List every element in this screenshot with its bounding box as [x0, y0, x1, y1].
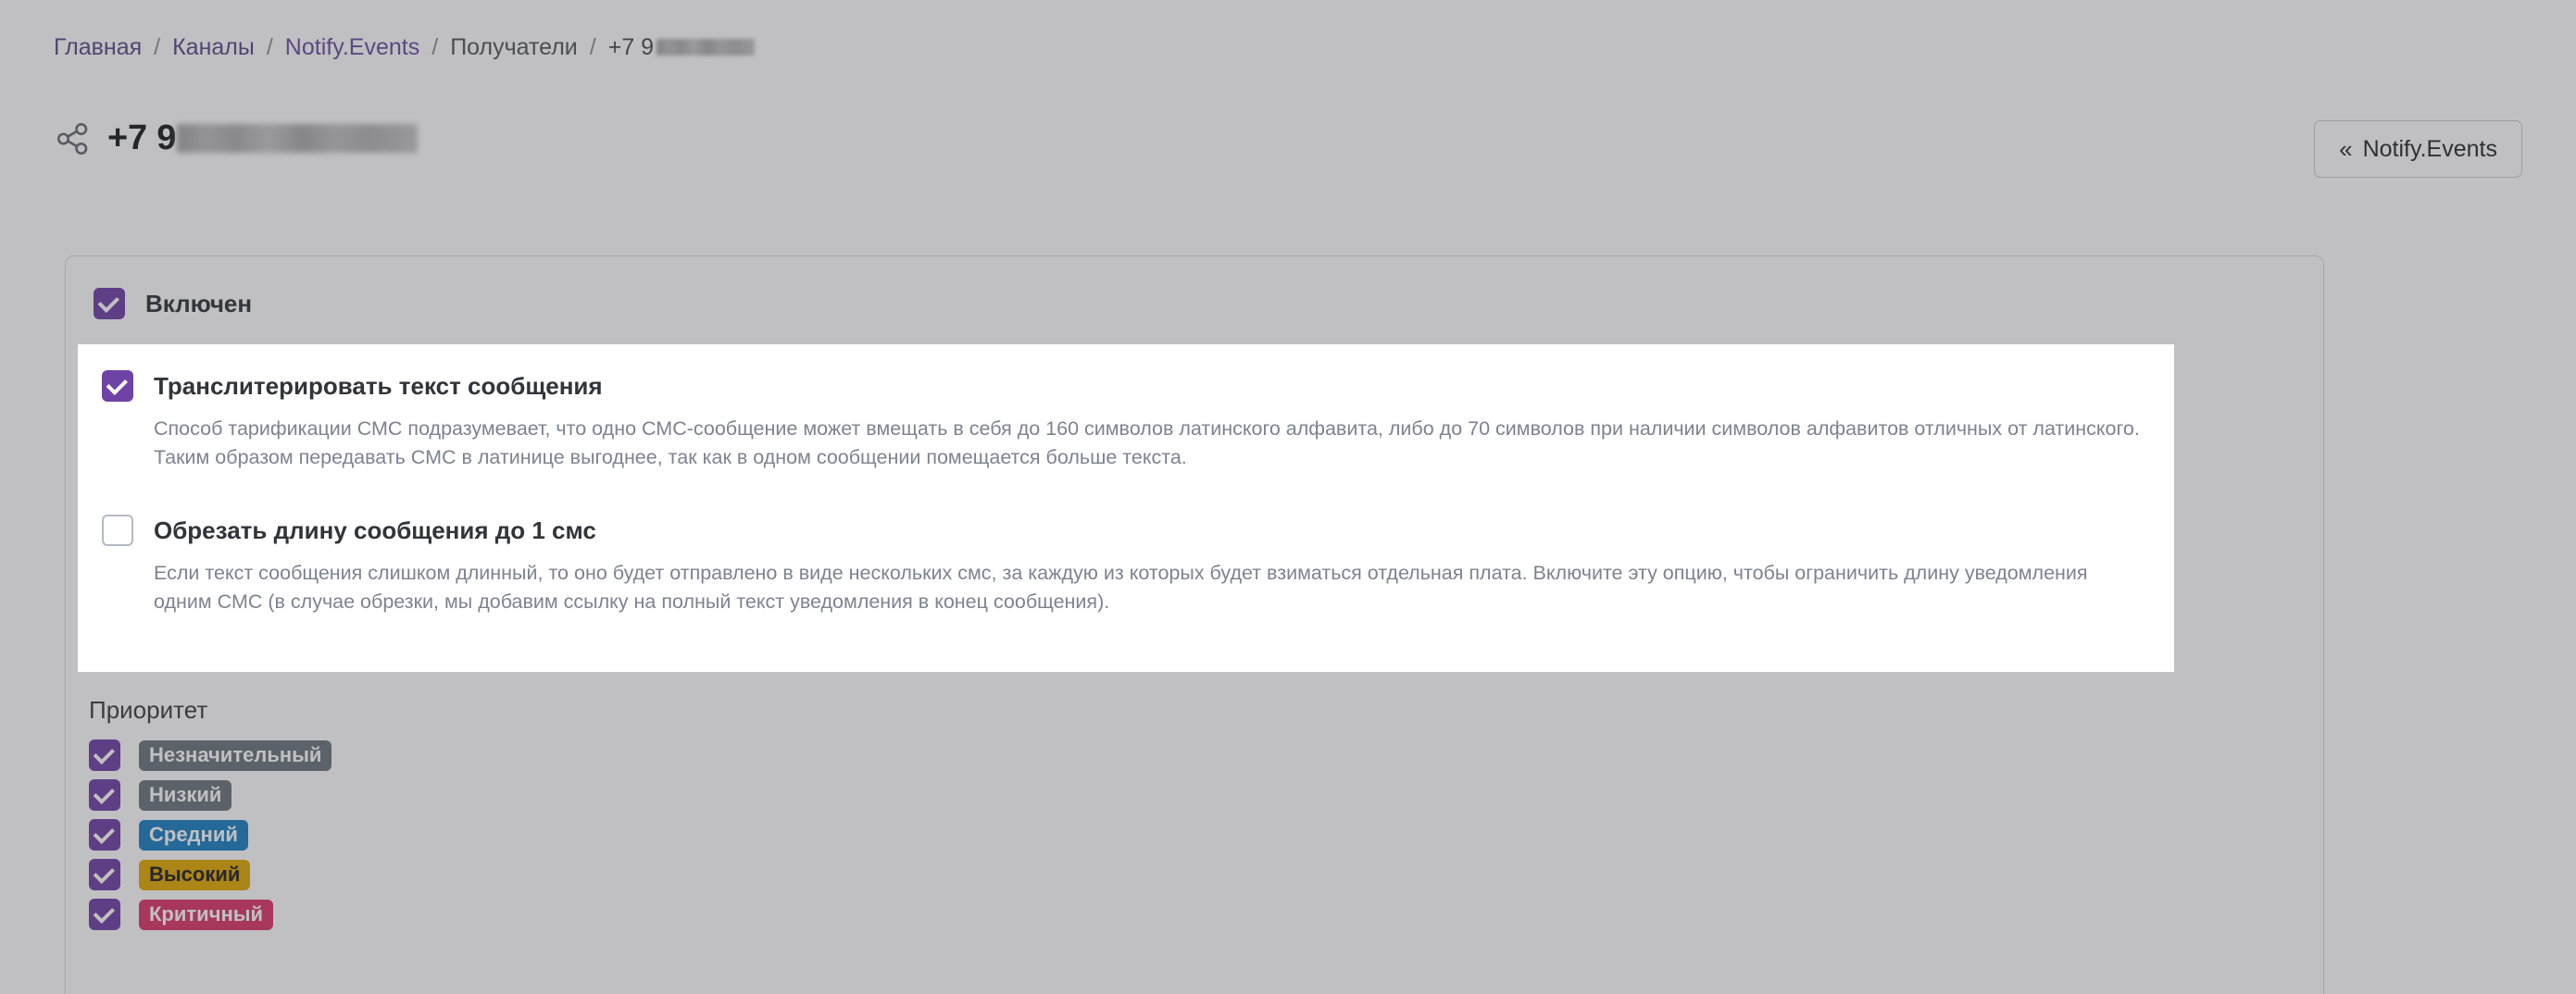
option-transliterate-header[interactable]: Транслитерировать текст сообщения [102, 370, 2150, 402]
priority-row-critical[interactable]: Критичный [89, 899, 331, 930]
enabled-option-label: Включен [145, 289, 253, 317]
breadcrumb-separator: / [589, 34, 596, 60]
priority-checkbox-medium[interactable] [89, 819, 120, 851]
back-to-notify-events-button[interactable]: « Notify.Events [2314, 120, 2522, 178]
enabled-option-row[interactable]: Включен [94, 288, 252, 319]
breadcrumb-separator: / [431, 34, 439, 60]
share-nodes-icon [54, 119, 93, 158]
breadcrumb: Главная / Каналы / Notify.Events / Получ… [54, 33, 756, 61]
priority-checkbox-insignificant[interactable] [89, 739, 120, 771]
priority-checkbox-high[interactable] [89, 859, 120, 890]
truncate-description: Если текст сообщения слишком длинный, то… [154, 562, 2088, 613]
priority-badge-insignificant: Незначительный [139, 739, 332, 771]
priority-badge-medium: Средний [139, 819, 248, 851]
breadcrumb-item-notify-events[interactable]: Notify.Events [285, 33, 419, 61]
option-transliterate: Транслитерировать текст сообщения Способ… [78, 370, 2174, 472]
page-header: +7 9 [54, 118, 419, 158]
redacted-phone-digits [177, 124, 419, 153]
redacted-phone-digits [657, 39, 756, 56]
breadcrumb-item-current: +7 9 [607, 34, 655, 60]
breadcrumb-separator: / [154, 34, 161, 60]
breadcrumb-item-channels[interactable]: Каналы [172, 33, 255, 61]
page-title-text: +7 9 [107, 118, 177, 157]
option-truncate-header[interactable]: Обрезать длину сообщения до 1 смс [102, 515, 2150, 546]
priority-checkbox-low[interactable] [89, 779, 120, 811]
double-chevron-left-icon: « [2339, 135, 2353, 163]
priority-badge-critical: Критичный [139, 899, 274, 930]
option-truncate: Обрезать длину сообщения до 1 смс Если т… [78, 515, 2174, 616]
enabled-checkbox[interactable] [94, 288, 125, 319]
breadcrumb-item-recipients[interactable]: Получатели [450, 33, 578, 61]
priority-section: Приоритет Незначительный Низкий Средний … [89, 696, 332, 938]
priority-row-high[interactable]: Высокий [89, 859, 331, 890]
breadcrumb-separator: / [266, 34, 273, 60]
truncate-label: Обрезать длину сообщения до 1 смс [154, 516, 596, 544]
transliterate-label: Транслитерировать текст сообщения [154, 371, 603, 400]
back-button-label: Notify.Events [2362, 135, 2497, 162]
priority-row-low[interactable]: Низкий [89, 779, 331, 811]
priority-badge-high: Высокий [139, 859, 251, 890]
truncate-checkbox[interactable] [102, 515, 133, 546]
priority-section-label: Приоритет [89, 696, 208, 724]
page-title: +7 9 [107, 118, 419, 158]
breadcrumb-item-home[interactable]: Главная [54, 33, 142, 61]
highlighted-options-region: Транслитерировать текст сообщения Способ… [78, 344, 2174, 672]
priority-row-insignificant[interactable]: Незначительный [89, 739, 332, 771]
transliterate-description: Способ тарификации СМС подразумевает, чт… [154, 417, 2140, 468]
priority-badge-low: Низкий [139, 779, 232, 811]
transliterate-checkbox[interactable] [102, 370, 133, 402]
priority-row-medium[interactable]: Средний [89, 819, 331, 851]
priority-checkbox-critical[interactable] [89, 899, 120, 930]
